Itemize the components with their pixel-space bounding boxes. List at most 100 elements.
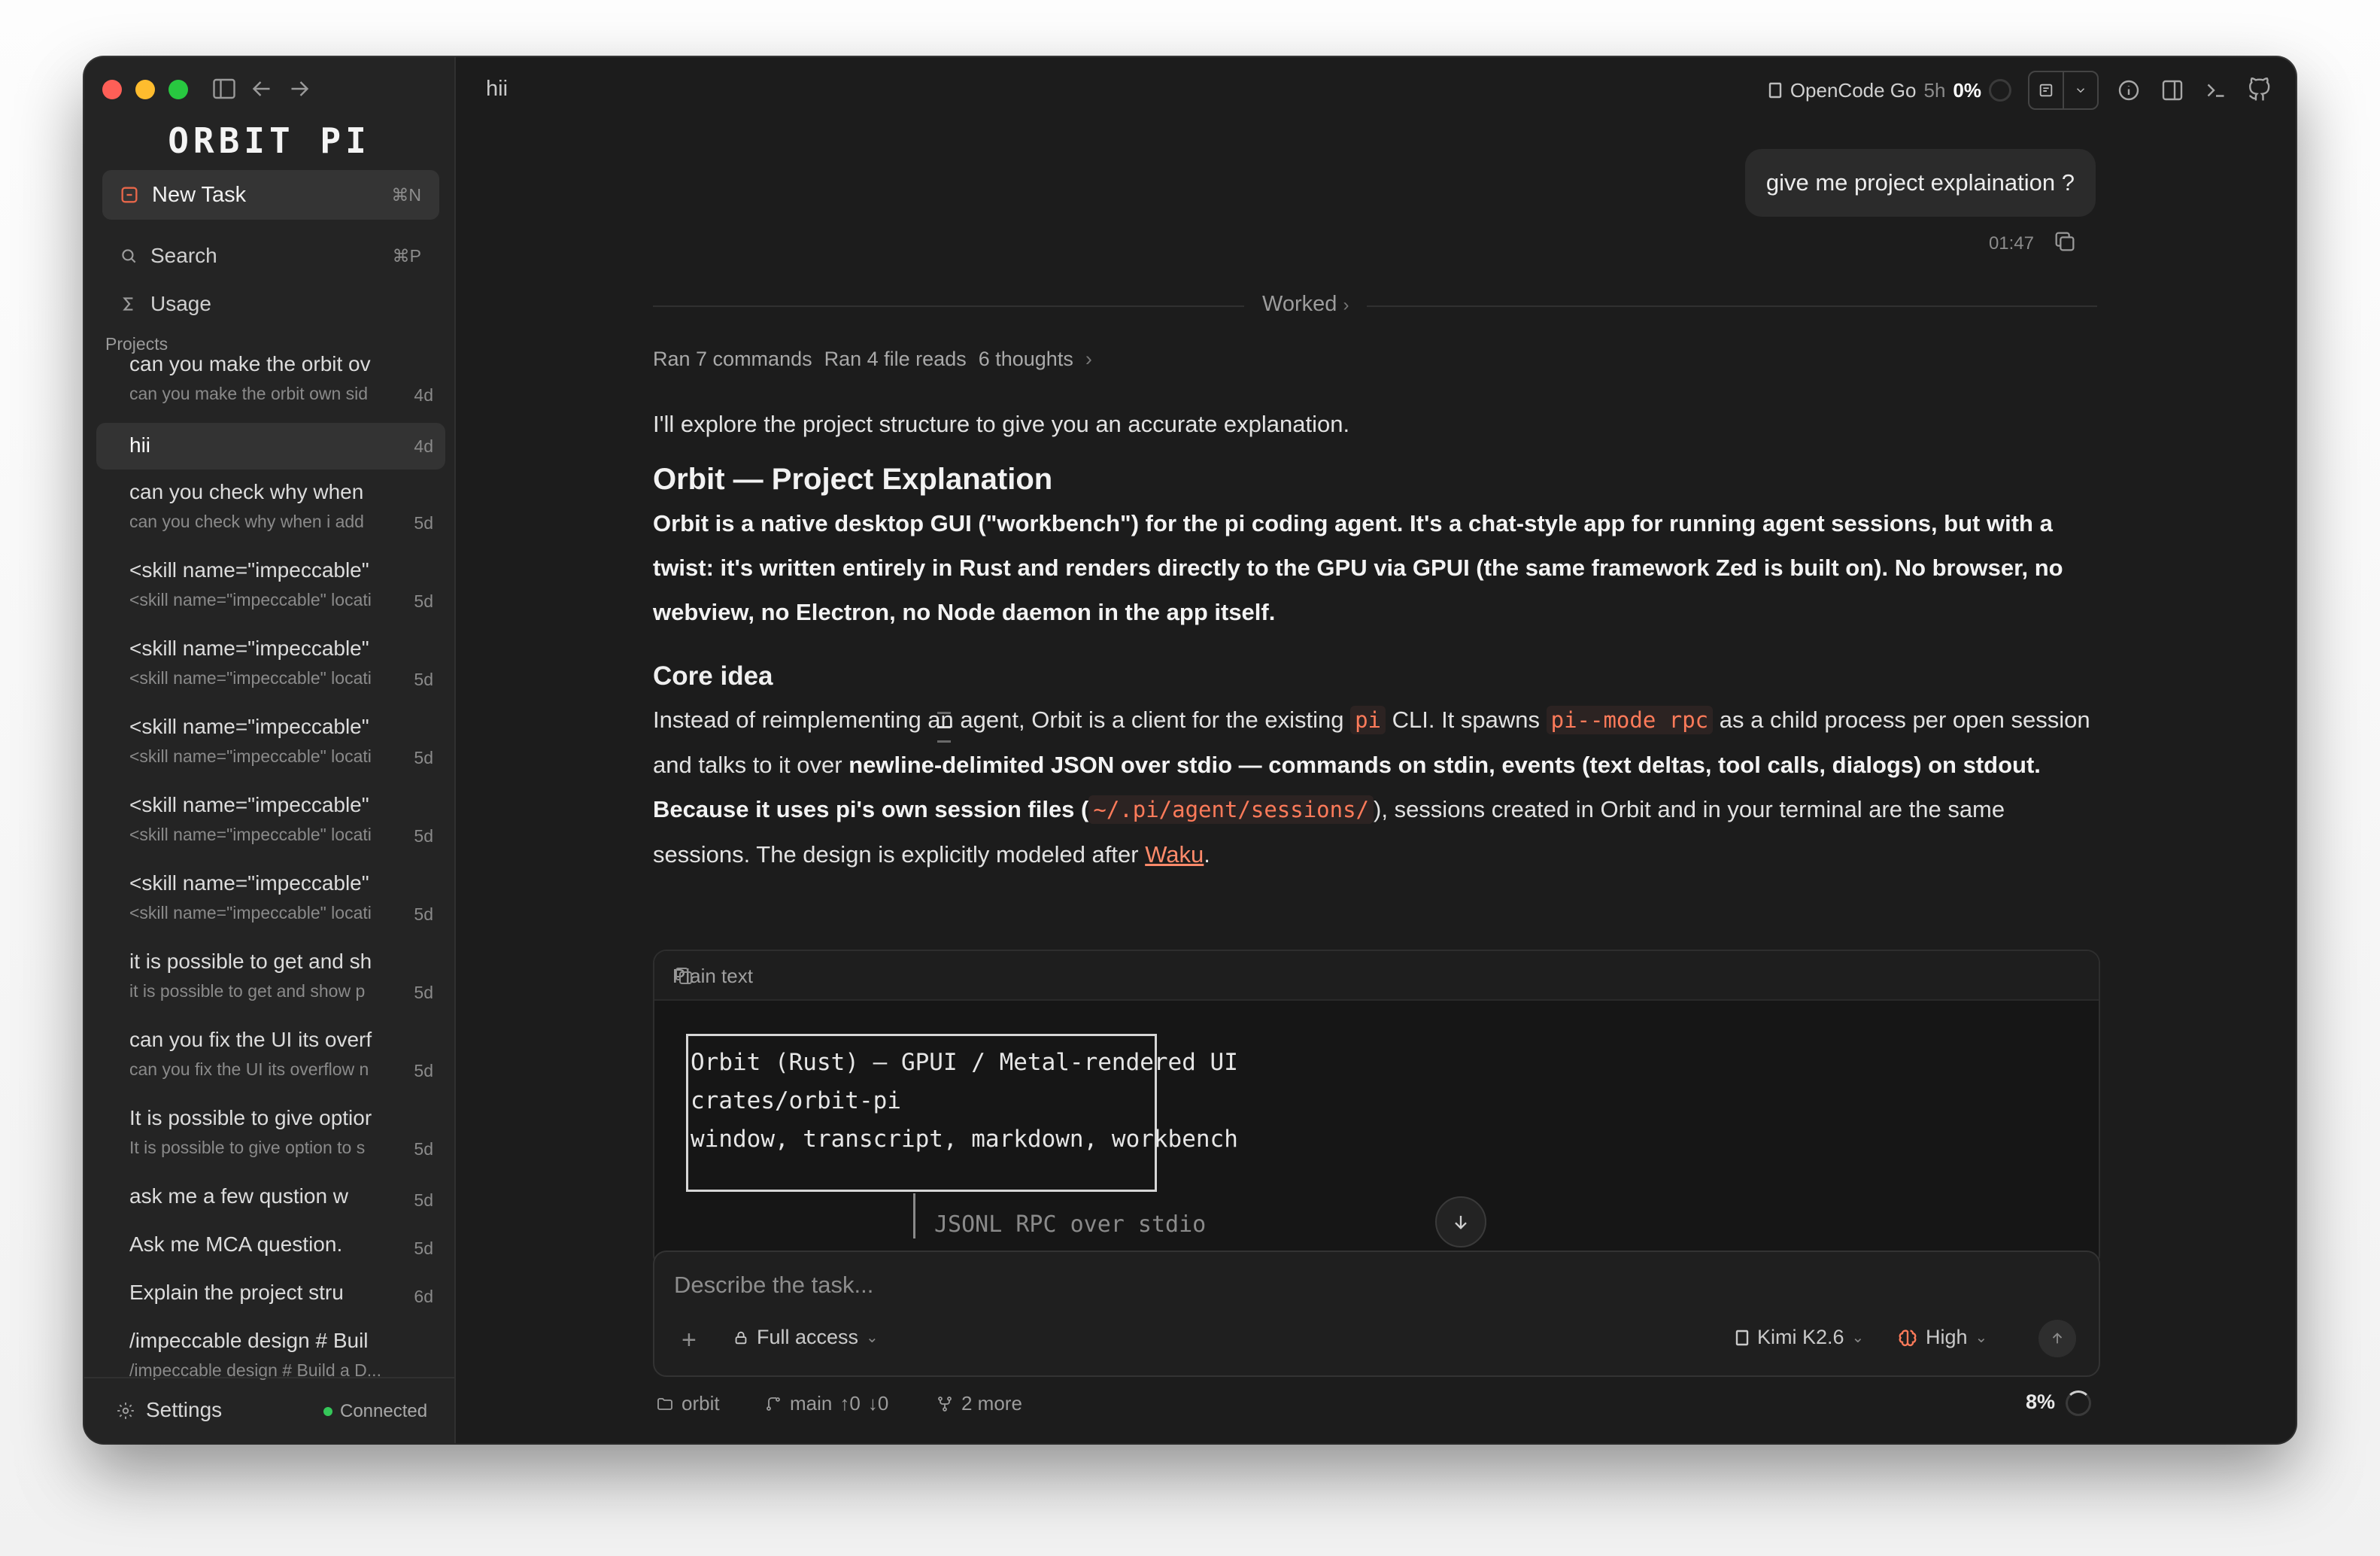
worked-toggle[interactable]: Worked › <box>1244 292 1368 317</box>
task-title: /impeccable design # Buil <box>129 1329 369 1352</box>
new-task-shortcut: ⌘N <box>391 184 421 205</box>
task-age: 4d <box>414 436 433 456</box>
diagram-connector <box>913 1193 915 1238</box>
zoom-window-button[interactable] <box>168 80 188 99</box>
provider-usage[interactable]: OpenCode Go 5h 0% <box>1768 79 2011 102</box>
task-age: 4d <box>414 385 433 405</box>
new-task-button[interactable]: New Task ⌘N <box>102 170 439 220</box>
effort-label: High <box>1926 1326 1968 1348</box>
access-label: Full access <box>757 1326 859 1348</box>
task-age: 5d <box>414 748 433 767</box>
intro-text: I'll explore the project structure to gi… <box>653 411 1350 437</box>
task-title: it is possible to get and sh <box>129 950 372 973</box>
chevron-down-icon: ⌄ <box>1851 1330 1865 1346</box>
branch-icon <box>767 1396 780 1411</box>
worked-divider <box>653 305 2097 307</box>
model-label: Kimi K2.6 <box>1757 1326 1844 1348</box>
task-age: 5d <box>414 904 433 924</box>
editor-switcher[interactable] <box>2028 71 2099 110</box>
activity-summary[interactable]: Ran 7 commands Ran 4 file reads 6 though… <box>653 348 1092 371</box>
search-shortcut: ⌘P <box>392 245 421 266</box>
task-item[interactable]: can you check why when can you check why … <box>96 473 445 545</box>
chevron-down-icon: ⌄ <box>866 1330 879 1346</box>
send-button[interactable] <box>2038 1320 2076 1357</box>
back-arrow-icon[interactable] <box>248 75 275 102</box>
provider-window: 5h <box>1923 78 1946 102</box>
core-text-5: . <box>1204 841 1210 868</box>
minimize-window-button[interactable] <box>135 80 155 99</box>
task-item[interactable]: <skill name="impeccable" <skill name="imp… <box>96 786 445 858</box>
worktrees-indicator[interactable]: 2 more <box>936 1392 1022 1415</box>
task-age: 5d <box>414 983 433 1002</box>
task-item[interactable]: can you fix the UI its overf can you fix … <box>96 1020 445 1093</box>
thoughts-count: 6 thoughts <box>978 348 1073 370</box>
branch-indicator[interactable]: main ↑0 ↓0 <box>764 1392 888 1415</box>
arrow-up-icon <box>2052 1333 2063 1344</box>
task-item[interactable]: ask me a few qustion w 5d <box>96 1177 445 1225</box>
code-block: Plain text Orbit (Rust) — GPUI / Metal-r… <box>653 950 2100 1269</box>
model-dropdown[interactable]: Kimi K2.6 ⌄ <box>1735 1326 1864 1349</box>
code-line: Orbit (Rust) — GPUI / Metal-rendered UI <box>691 1049 1238 1076</box>
provider-usage-pct: 0% <box>1953 78 1981 102</box>
task-item[interactable]: <skill name="impeccable" <skill name="imp… <box>96 707 445 780</box>
task-title: <skill name="impeccable" <box>129 871 369 895</box>
lock-icon <box>735 1331 747 1344</box>
waku-link[interactable]: Waku <box>1145 841 1204 868</box>
usage-ring <box>1989 79 2011 102</box>
add-attachment-button[interactable]: + <box>682 1326 697 1355</box>
chevron-down-icon[interactable] <box>2063 72 2097 108</box>
github-icon[interactable] <box>2246 77 2273 104</box>
gear-icon[interactable] <box>116 1401 135 1421</box>
task-item[interactable]: <skill name="impeccable" <skill name="imp… <box>96 864 445 936</box>
task-item[interactable]: hii 4d <box>96 423 445 470</box>
info-icon[interactable] <box>2115 77 2142 104</box>
task-item[interactable]: <skill name="impeccable" <skill name="imp… <box>96 629 445 701</box>
folder-icon <box>657 1397 672 1410</box>
chevron-right-icon: › <box>1085 348 1092 370</box>
task-age: 5d <box>414 591 433 611</box>
copy-code-icon[interactable] <box>672 965 695 987</box>
search-button[interactable]: Search ⌘P <box>102 235 439 277</box>
app-window: ORBIT PI New Task ⌘N Search ⌘P Usage Pro… <box>84 57 2296 1443</box>
main-panel: hii OpenCode Go 5h 0% give me project ex… <box>456 57 2296 1443</box>
window-controls <box>102 80 188 99</box>
task-item[interactable]: can you make the orbit ov can you make th… <box>96 352 445 417</box>
copy-icon[interactable] <box>2052 229 2078 254</box>
task-preview: it is possible to get and show p <box>129 981 366 1001</box>
editor-icon[interactable] <box>2029 72 2063 108</box>
sidebar-toggle-icon[interactable] <box>211 75 238 102</box>
inline-code-pi: pi <box>1350 706 1386 734</box>
forward-arrow-icon[interactable] <box>286 75 313 102</box>
new-task-icon <box>119 184 140 205</box>
task-title: can you make the orbit ov <box>129 352 371 375</box>
task-title: can you check why when <box>129 480 364 503</box>
settings-button[interactable]: Settings <box>146 1398 222 1422</box>
task-age: 5d <box>414 670 433 689</box>
task-input[interactable]: Describe the task... <box>674 1272 873 1299</box>
task-title: <skill name="impeccable" <box>129 637 369 660</box>
commits-ahead: ↑0 <box>839 1392 861 1415</box>
task-item[interactable]: it is possible to get and sh it is possib… <box>96 942 445 1014</box>
task-item[interactable]: <skill name="impeccable" <skill name="imp… <box>96 551 445 623</box>
composer[interactable]: Describe the task... + Full access ⌄ Kim… <box>653 1251 2100 1377</box>
task-item[interactable]: Ask me MCA question. 5d <box>96 1225 445 1273</box>
task-title: Explain the project stru <box>129 1281 344 1304</box>
task-title: Ask me MCA question. <box>129 1232 343 1256</box>
ran-commands: Ran 7 commands <box>653 348 812 370</box>
task-item[interactable]: Explain the project stru 6d <box>96 1273 445 1321</box>
effort-dropdown[interactable]: High ⌄ <box>1897 1326 1987 1349</box>
close-window-button[interactable] <box>102 80 122 99</box>
split-view-icon[interactable] <box>2159 77 2186 104</box>
task-preview: It is possible to give option to s <box>129 1138 366 1157</box>
task-item[interactable]: It is possible to give optior It is possi… <box>96 1099 445 1171</box>
terminal-icon[interactable] <box>2202 77 2230 104</box>
task-preview: <skill name="impeccable" locati <box>129 825 372 844</box>
scroll-to-bottom-button[interactable] <box>1435 1196 1486 1248</box>
usage-button[interactable]: Usage <box>102 283 439 325</box>
folder-indicator[interactable]: orbit <box>656 1392 720 1415</box>
inline-code-rpc: pi--mode rpc <box>1546 706 1714 734</box>
task-preview: can you check why when i add <box>129 512 364 531</box>
access-dropdown[interactable]: Full access ⌄ <box>733 1326 879 1349</box>
core-text-1: Instead of reimplementing an agent, Orbi… <box>653 707 1351 733</box>
provider-name: OpenCode Go <box>1790 78 1917 102</box>
